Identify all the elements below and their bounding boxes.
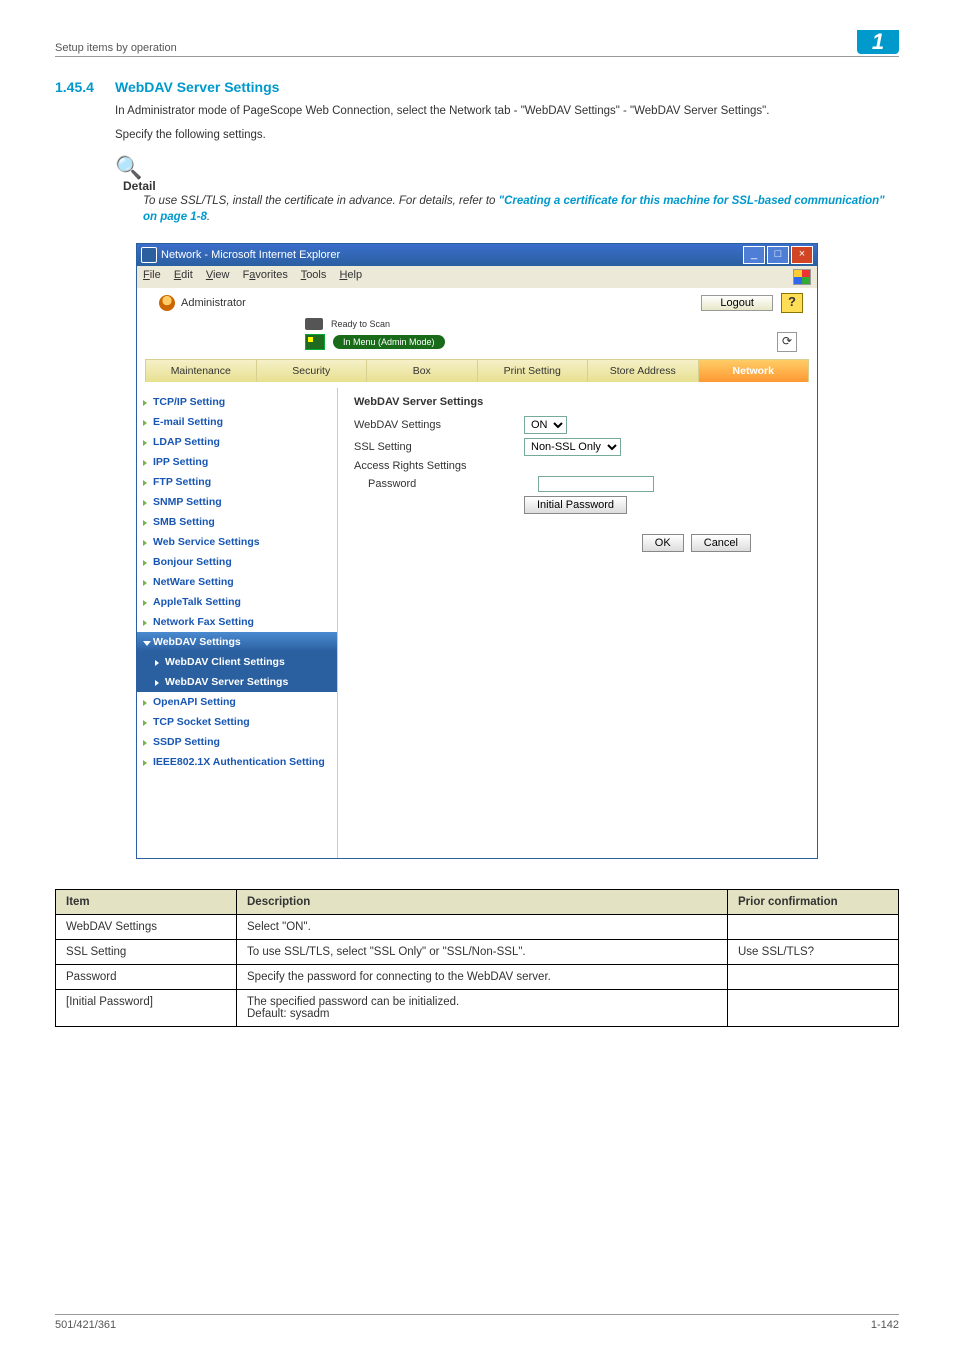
sidebar-item-ssdp[interactable]: SSDP Setting xyxy=(137,732,337,752)
logout-button[interactable]: Logout xyxy=(701,295,773,311)
section-heading: WebDAV Server Settings xyxy=(115,79,279,95)
menu-edit[interactable]: Edit xyxy=(174,269,193,281)
sidebar-item-ftp[interactable]: FTP Setting xyxy=(137,472,337,492)
ie-icon xyxy=(141,247,157,263)
th-prior: Prior confirmation xyxy=(728,890,899,915)
window-title: Network - Microsoft Internet Explorer xyxy=(161,249,340,261)
cell-desc: To use SSL/TLS, select "SSL Only" or "SS… xyxy=(237,940,728,965)
browser-screenshot: Network - Microsoft Internet Explorer _ … xyxy=(136,243,818,859)
windows-flag-icon xyxy=(793,269,811,285)
sidebar-item-snmp[interactable]: SNMP Setting xyxy=(137,492,337,512)
sidebar-sub-webdav-server[interactable]: WebDAV Server Settings xyxy=(137,672,337,692)
sidebar-item-openapi[interactable]: OpenAPI Setting xyxy=(137,692,337,712)
sidebar-item-email[interactable]: E-mail Setting xyxy=(137,412,337,432)
sidebar-item-bonjour[interactable]: Bonjour Setting xyxy=(137,552,337,572)
tab-network[interactable]: Network xyxy=(699,359,810,382)
pane-title: WebDAV Server Settings xyxy=(354,396,801,408)
sidebar-item-tcpip[interactable]: TCP/IP Setting xyxy=(137,392,337,412)
footer-right: 1-142 xyxy=(871,1319,899,1331)
cell-item: [Initial Password] xyxy=(56,990,237,1027)
table-row: WebDAV Settings Select "ON". xyxy=(56,915,899,940)
status-mode: In Menu (Admin Mode) xyxy=(333,335,445,349)
tab-store-address[interactable]: Store Address xyxy=(588,359,699,382)
cell-desc: The specified password can be initialize… xyxy=(237,990,728,1027)
sidebar-sub-webdav-client[interactable]: WebDAV Client Settings xyxy=(137,652,337,672)
select-webdav-settings[interactable]: ON xyxy=(524,416,567,434)
th-item: Item xyxy=(56,890,237,915)
admin-icon xyxy=(159,295,175,311)
cell-item: SSL Setting xyxy=(56,940,237,965)
table-row: [Initial Password] The specified passwor… xyxy=(56,990,899,1027)
ok-button[interactable]: OK xyxy=(642,534,684,552)
th-description: Description xyxy=(237,890,728,915)
breadcrumb: Setup items by operation xyxy=(55,42,177,54)
close-button[interactable]: × xyxy=(791,246,813,264)
cancel-button[interactable]: Cancel xyxy=(691,534,751,552)
status-ready: Ready to Scan xyxy=(331,319,390,329)
magnify-icon: 🔍 xyxy=(115,155,142,180)
menu-file[interactable]: File xyxy=(143,269,161,281)
sidebar: TCP/IP Setting E-mail Setting LDAP Setti… xyxy=(137,388,337,858)
sidebar-item-ieee8021x[interactable]: IEEE802.1X Authentication Setting xyxy=(137,752,337,772)
menu-view[interactable]: View xyxy=(206,269,230,281)
form-label-password: Password xyxy=(354,478,538,490)
sidebar-item-webservice[interactable]: Web Service Settings xyxy=(137,532,337,552)
table-row: Password Specify the password for connec… xyxy=(56,965,899,990)
printer-icon xyxy=(305,318,323,330)
cell-prior: Use SSL/TLS? xyxy=(728,940,899,965)
sidebar-item-ldap[interactable]: LDAP Setting xyxy=(137,432,337,452)
sidebar-group-webdav[interactable]: WebDAV Settings xyxy=(137,632,337,652)
tab-maintenance[interactable]: Maintenance xyxy=(145,359,257,382)
refresh-icon[interactable]: ⟳ xyxy=(777,332,797,352)
paragraph-2: Specify the following settings. xyxy=(115,127,899,143)
cell-item: Password xyxy=(56,965,237,990)
scanner-icon xyxy=(305,334,325,350)
minimize-button[interactable]: _ xyxy=(743,246,765,264)
description-table: Item Description Prior confirmation WebD… xyxy=(55,889,899,1027)
detail-pre: To use SSL/TLS, install the certificate … xyxy=(143,195,499,207)
detail-label: Detail xyxy=(123,179,899,193)
tab-box[interactable]: Box xyxy=(367,359,478,382)
cell-prior xyxy=(728,990,899,1027)
detail-text: To use SSL/TLS, install the certificate … xyxy=(143,193,899,225)
initial-password-button[interactable]: Initial Password xyxy=(524,496,627,514)
sidebar-item-ipp[interactable]: IPP Setting xyxy=(137,452,337,472)
cell-desc: Select "ON". xyxy=(237,915,728,940)
tab-print-setting[interactable]: Print Setting xyxy=(478,359,589,382)
input-password[interactable] xyxy=(538,476,654,492)
sidebar-item-netware[interactable]: NetWare Setting xyxy=(137,572,337,592)
sidebar-item-tcpsocket[interactable]: TCP Socket Setting xyxy=(137,712,337,732)
menu-help[interactable]: Help xyxy=(339,269,362,281)
maximize-button[interactable]: □ xyxy=(767,246,789,264)
menu-tools[interactable]: Tools xyxy=(301,269,327,281)
paragraph-1: In Administrator mode of PageScope Web C… xyxy=(115,103,899,119)
window-title-bar: Network - Microsoft Internet Explorer _ … xyxy=(137,244,817,266)
sidebar-item-smb[interactable]: SMB Setting xyxy=(137,512,337,532)
sidebar-item-networkfax[interactable]: Network Fax Setting xyxy=(137,612,337,632)
tab-security[interactable]: Security xyxy=(257,359,368,382)
detail-post: . xyxy=(207,211,210,223)
cell-item: WebDAV Settings xyxy=(56,915,237,940)
admin-label: Administrator xyxy=(181,297,246,309)
select-ssl-setting[interactable]: Non-SSL Only xyxy=(524,438,621,456)
cell-desc: Specify the password for connecting to t… xyxy=(237,965,728,990)
cell-prior xyxy=(728,915,899,940)
menu-bar: File Edit View Favorites Tools Help xyxy=(137,266,817,288)
form-label-webdav: WebDAV Settings xyxy=(354,419,524,431)
form-label-ssl: SSL Setting xyxy=(354,441,524,453)
chapter-badge: 1 xyxy=(857,30,899,54)
help-button[interactable]: ? xyxy=(781,293,803,313)
sidebar-item-appletalk[interactable]: AppleTalk Setting xyxy=(137,592,337,612)
footer-left: 501/421/361 xyxy=(55,1319,116,1331)
section-number: 1.45.4 xyxy=(55,79,115,95)
form-label-access-rights: Access Rights Settings xyxy=(354,460,524,472)
table-row: SSL Setting To use SSL/TLS, select "SSL … xyxy=(56,940,899,965)
menu-favorites[interactable]: Favorites xyxy=(243,269,288,281)
content-pane: WebDAV Server Settings WebDAV Settings O… xyxy=(337,388,817,858)
cell-prior xyxy=(728,965,899,990)
